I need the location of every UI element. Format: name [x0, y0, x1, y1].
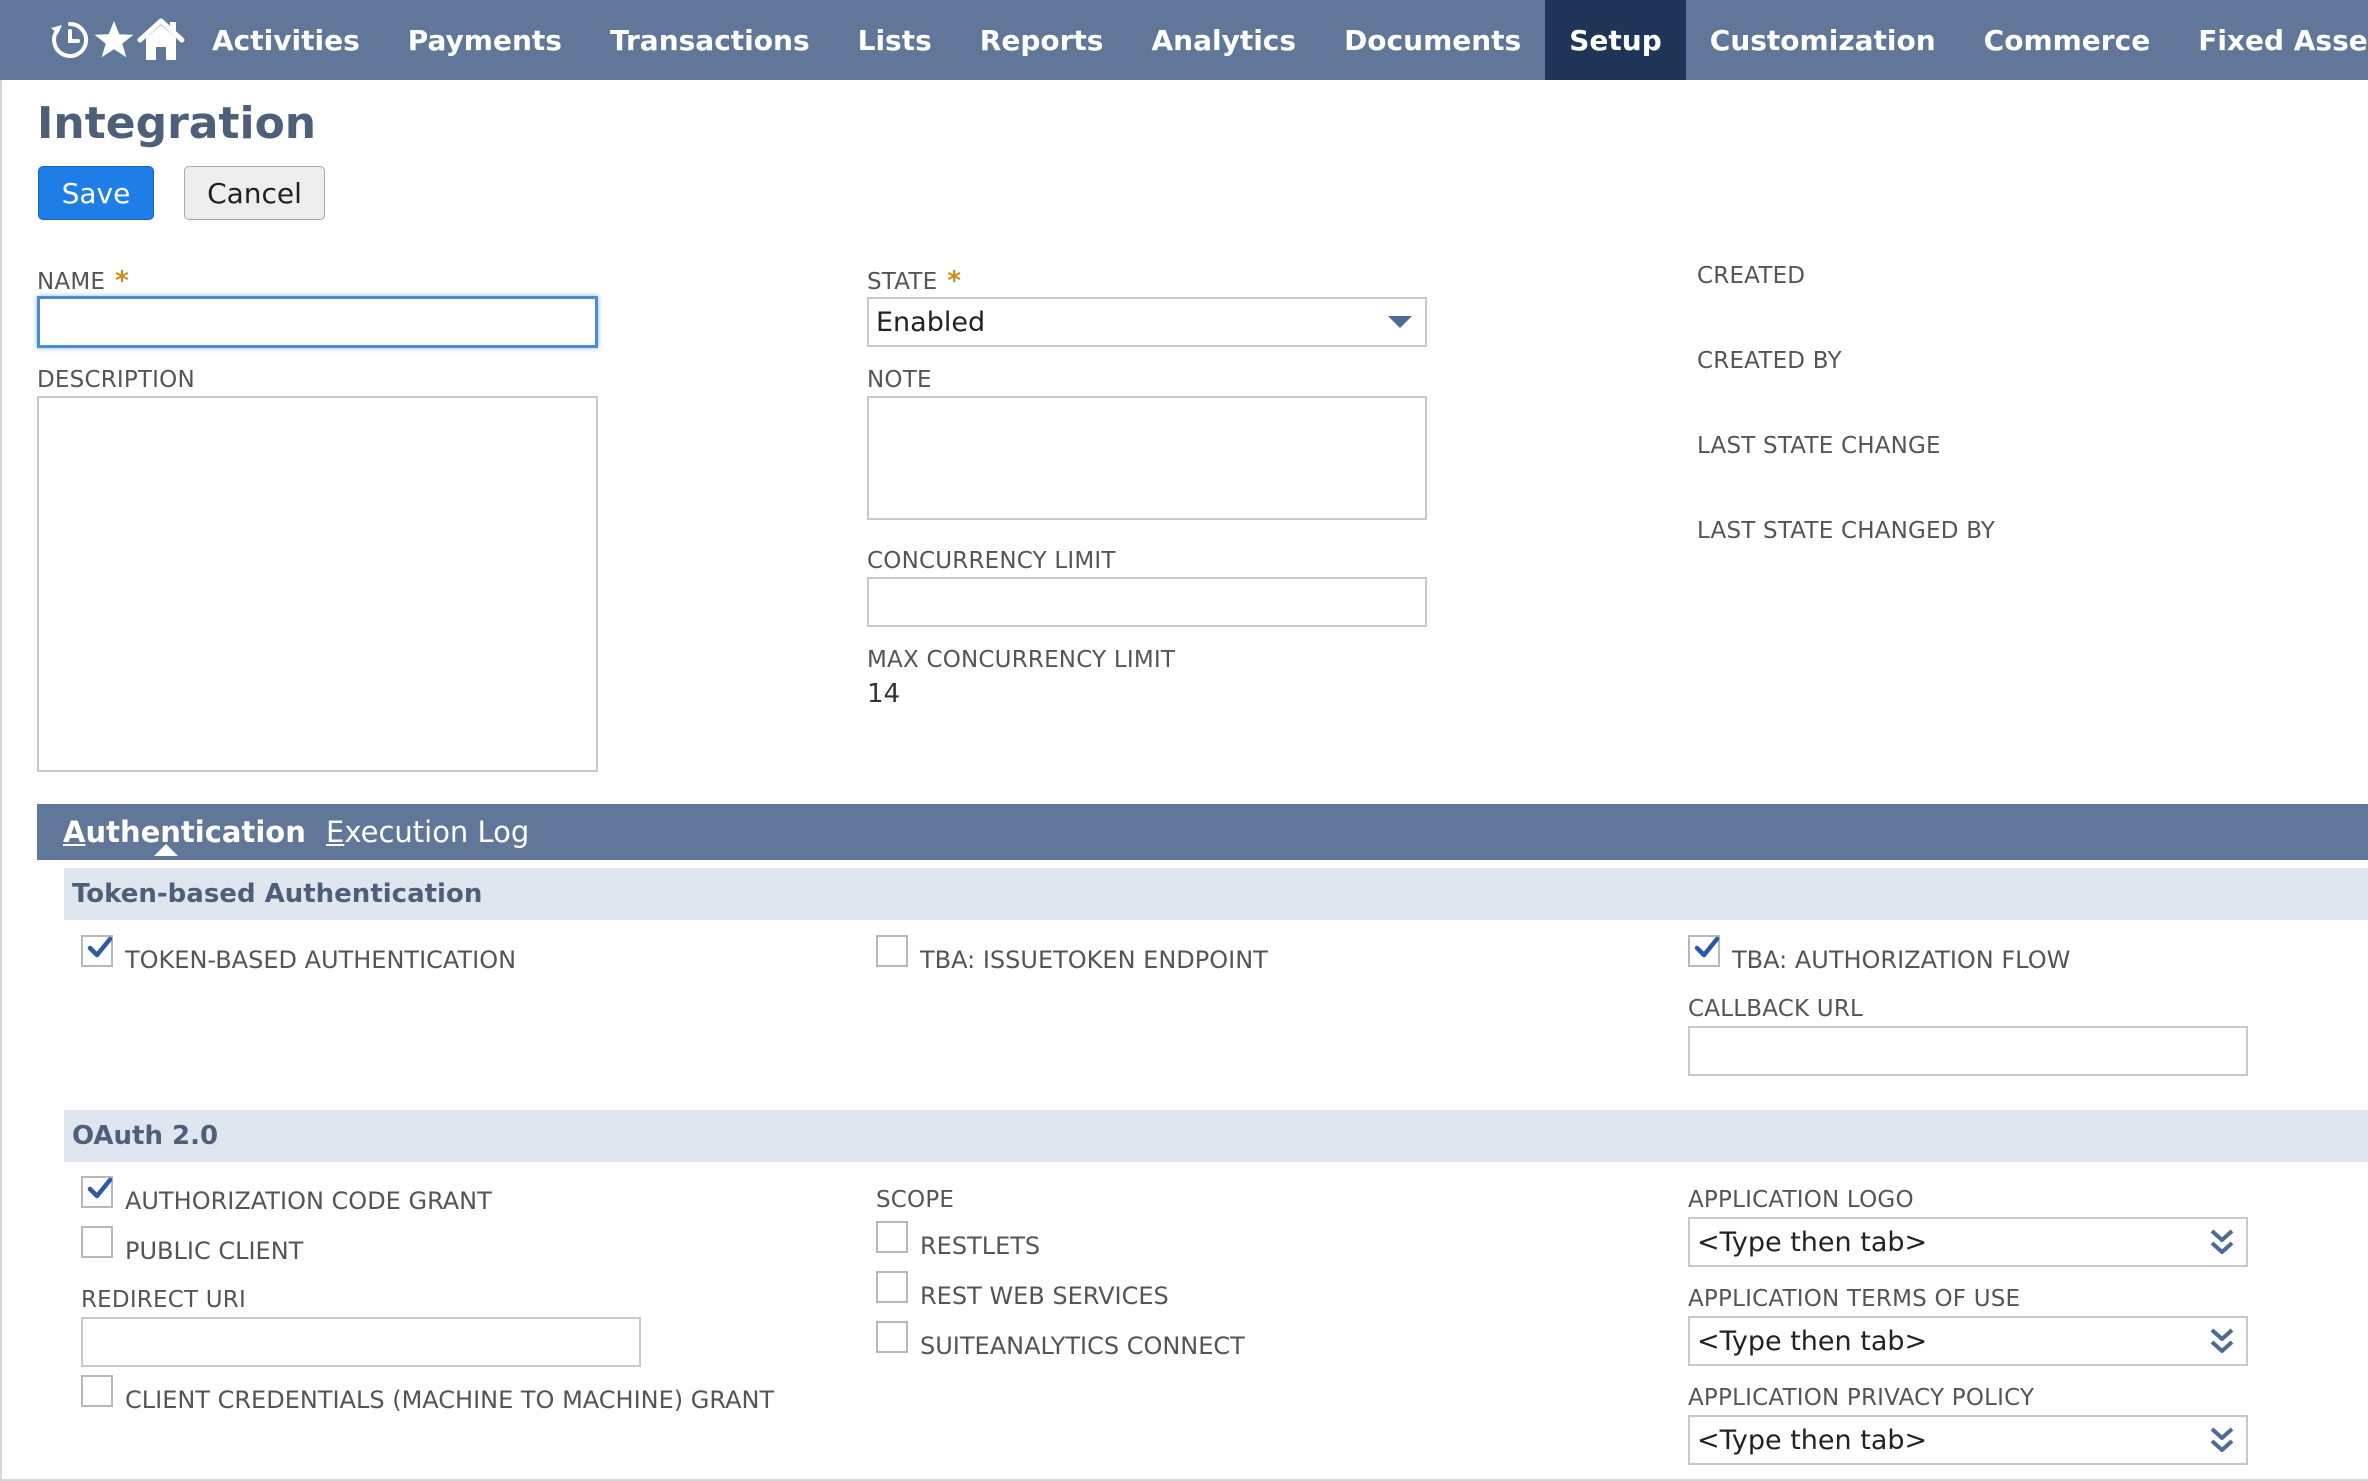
application-privacy-label: APPLICATION PRIVACY POLICY — [1688, 1385, 2035, 1411]
note-label: NOTE — [867, 367, 932, 393]
top-navigation: Activities Payments Transactions Lists Repor… — [0, 0, 2368, 80]
public-client-checkbox[interactable] — [81, 1226, 113, 1258]
application-privacy-select[interactable]: <Type then tab> — [1688, 1415, 2248, 1465]
authorization-code-grant-label: AUTHORIZATION CODE GRANT — [125, 1187, 492, 1215]
suiteanalytics-connect-label: SUITEANALYTICS CONNECT — [920, 1332, 1245, 1360]
application-terms-select[interactable]: <Type then tab> — [1688, 1316, 2248, 1366]
nav-item-fixed-assets[interactable]: Fixed Assets — [2174, 0, 2368, 80]
application-terms-value: <Type then tab> — [1697, 1325, 1928, 1357]
note-textarea[interactable] — [867, 396, 1427, 520]
subtab-bar: Authentication Execution Log — [37, 804, 2368, 860]
public-client-label: PUBLIC CLIENT — [125, 1237, 304, 1265]
nav-item-commerce[interactable]: Commerce — [1960, 0, 2175, 80]
application-logo-label: APPLICATION LOGO — [1688, 1187, 1914, 1213]
callback-url-label: CALLBACK URL — [1688, 996, 1864, 1022]
issuetoken-endpoint-label: TBA: ISSUETOKEN ENDPOINT — [920, 946, 1268, 974]
section-header-oauth[interactable]: OAuth 2.0 — [64, 1110, 2368, 1162]
rest-web-services-label: REST WEB SERVICES — [920, 1282, 1169, 1310]
tab-authentication[interactable]: Authentication — [63, 804, 306, 860]
application-logo-value: <Type then tab> — [1697, 1226, 1928, 1258]
nav-item-reports[interactable]: Reports — [956, 0, 1128, 80]
token-based-auth-label: TOKEN-BASED AUTHENTICATION — [125, 946, 517, 974]
checkmark-icon — [1694, 936, 1720, 958]
callback-url-input[interactable] — [1688, 1026, 2248, 1076]
created-by-label: CREATED BY — [1697, 348, 1842, 374]
state-label: STATE * — [867, 266, 962, 296]
client-credentials-label: CLIENT CREDENTIALS (MACHINE TO MACHINE) … — [125, 1386, 775, 1414]
nav-item-customization[interactable]: Customization — [1686, 0, 1960, 80]
checkmark-icon — [87, 1177, 113, 1199]
rest-web-services-checkbox[interactable] — [876, 1271, 908, 1303]
last-state-changed-by-label: LAST STATE CHANGED BY — [1697, 518, 1996, 544]
description-label: DESCRIPTION — [37, 367, 195, 393]
section-header-tba[interactable]: Token-based Authentication — [64, 868, 2368, 920]
token-based-auth-checkbox[interactable] — [81, 935, 113, 967]
active-tab-pointer — [154, 844, 178, 856]
recent-icon[interactable] — [48, 0, 92, 80]
nav-item-transactions[interactable]: Transactions — [586, 0, 834, 80]
nav-item-setup[interactable]: Setup — [1545, 0, 1686, 80]
description-textarea[interactable] — [37, 396, 598, 772]
double-chevron-down-icon[interactable] — [2210, 1427, 2234, 1453]
suiteanalytics-connect-checkbox[interactable] — [876, 1321, 908, 1353]
name-input[interactable] — [37, 296, 598, 348]
star-icon[interactable] — [92, 0, 136, 80]
authorization-flow-checkbox[interactable] — [1688, 935, 1720, 967]
double-chevron-down-icon[interactable] — [2210, 1328, 2234, 1354]
nav-item-analytics[interactable]: Analytics — [1127, 0, 1320, 80]
application-logo-select[interactable]: <Type then tab> — [1688, 1217, 2248, 1267]
authorization-code-grant-checkbox[interactable] — [81, 1176, 113, 1208]
max-concurrency-limit-label: MAX CONCURRENCY LIMIT — [867, 647, 1176, 673]
authorization-flow-label: TBA: AUTHORIZATION FLOW — [1732, 946, 2071, 974]
restlets-checkbox[interactable] — [876, 1221, 908, 1253]
required-marker: * — [947, 266, 962, 296]
double-chevron-down-icon[interactable] — [2210, 1229, 2234, 1255]
application-privacy-value: <Type then tab> — [1697, 1424, 1928, 1456]
created-label: CREATED — [1697, 263, 1806, 289]
dropdown-arrow-icon[interactable] — [1387, 315, 1413, 329]
home-icon[interactable] — [136, 0, 186, 80]
last-state-change-label: LAST STATE CHANGE — [1697, 433, 1941, 459]
nav-item-activities[interactable]: Activities — [188, 0, 384, 80]
max-concurrency-limit-value: 14 — [867, 679, 901, 709]
concurrency-limit-label: CONCURRENCY LIMIT — [867, 548, 1116, 574]
restlets-label: RESTLETS — [920, 1232, 1041, 1260]
name-label: NAME * — [37, 266, 129, 296]
nav-item-lists[interactable]: Lists — [834, 0, 956, 80]
checkmark-icon — [87, 936, 113, 958]
tab-execution-log[interactable]: Execution Log — [326, 804, 529, 860]
state-select-value: Enabled — [876, 306, 986, 338]
issuetoken-endpoint-checkbox[interactable] — [876, 935, 908, 967]
redirect-uri-input[interactable] — [81, 1317, 641, 1367]
state-select[interactable]: Enabled — [867, 297, 1427, 347]
required-marker: * — [115, 266, 129, 296]
nav-menu: Activities Payments Transactions Lists Repor… — [188, 0, 2368, 80]
client-credentials-checkbox[interactable] — [81, 1375, 113, 1407]
save-button[interactable]: Save — [38, 166, 154, 220]
page-title: Integration — [37, 98, 317, 149]
application-terms-label: APPLICATION TERMS OF USE — [1688, 1286, 2021, 1312]
scope-label: SCOPE — [876, 1187, 955, 1213]
cancel-button[interactable]: Cancel — [184, 166, 325, 220]
nav-item-documents[interactable]: Documents — [1320, 0, 1545, 80]
concurrency-limit-input[interactable] — [867, 577, 1427, 627]
nav-item-payments[interactable]: Payments — [384, 0, 586, 80]
redirect-uri-label: REDIRECT URI — [81, 1287, 246, 1313]
